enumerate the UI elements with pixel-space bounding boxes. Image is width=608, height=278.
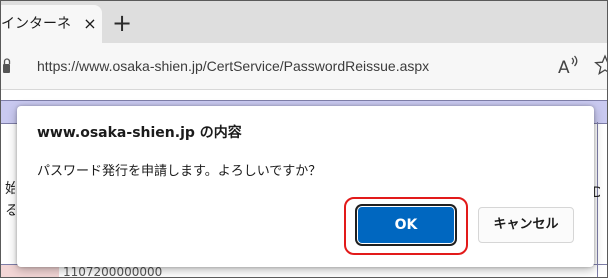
star-icon[interactable] (594, 54, 608, 76)
new-tab-button[interactable]: + (111, 7, 133, 39)
ok-button[interactable]: OK (358, 207, 454, 243)
address-bar: https://www.osaka-shien.jp/CertService/P… (1, 43, 607, 90)
browser-tab[interactable]: インターネ × (1, 5, 102, 43)
lock-icon[interactable] (3, 57, 11, 75)
url-field[interactable]: https://www.osaka-shien.jp/CertService/P… (37, 49, 577, 83)
tab-title: インターネ (1, 16, 71, 32)
browser-window: インターネ × + https://www.osaka-shien.jp/Cer… (0, 0, 608, 278)
cancel-button[interactable]: キャンセル (478, 207, 574, 243)
svg-text:A: A (558, 58, 570, 78)
confirm-dialog: www.osaka-shien.jp の内容 パスワード発行を申請します。よろし… (17, 106, 594, 267)
dialog-title: www.osaka-shien.jp の内容 (37, 125, 242, 141)
page-left-text: 始る (5, 178, 15, 226)
read-aloud-icon[interactable]: A (555, 53, 581, 79)
tab-close-icon[interactable]: × (81, 5, 99, 43)
tab-strip: インターネ × + (1, 1, 607, 43)
dialog-message: パスワード発行を申請します。よろしいですか？ (37, 164, 322, 179)
